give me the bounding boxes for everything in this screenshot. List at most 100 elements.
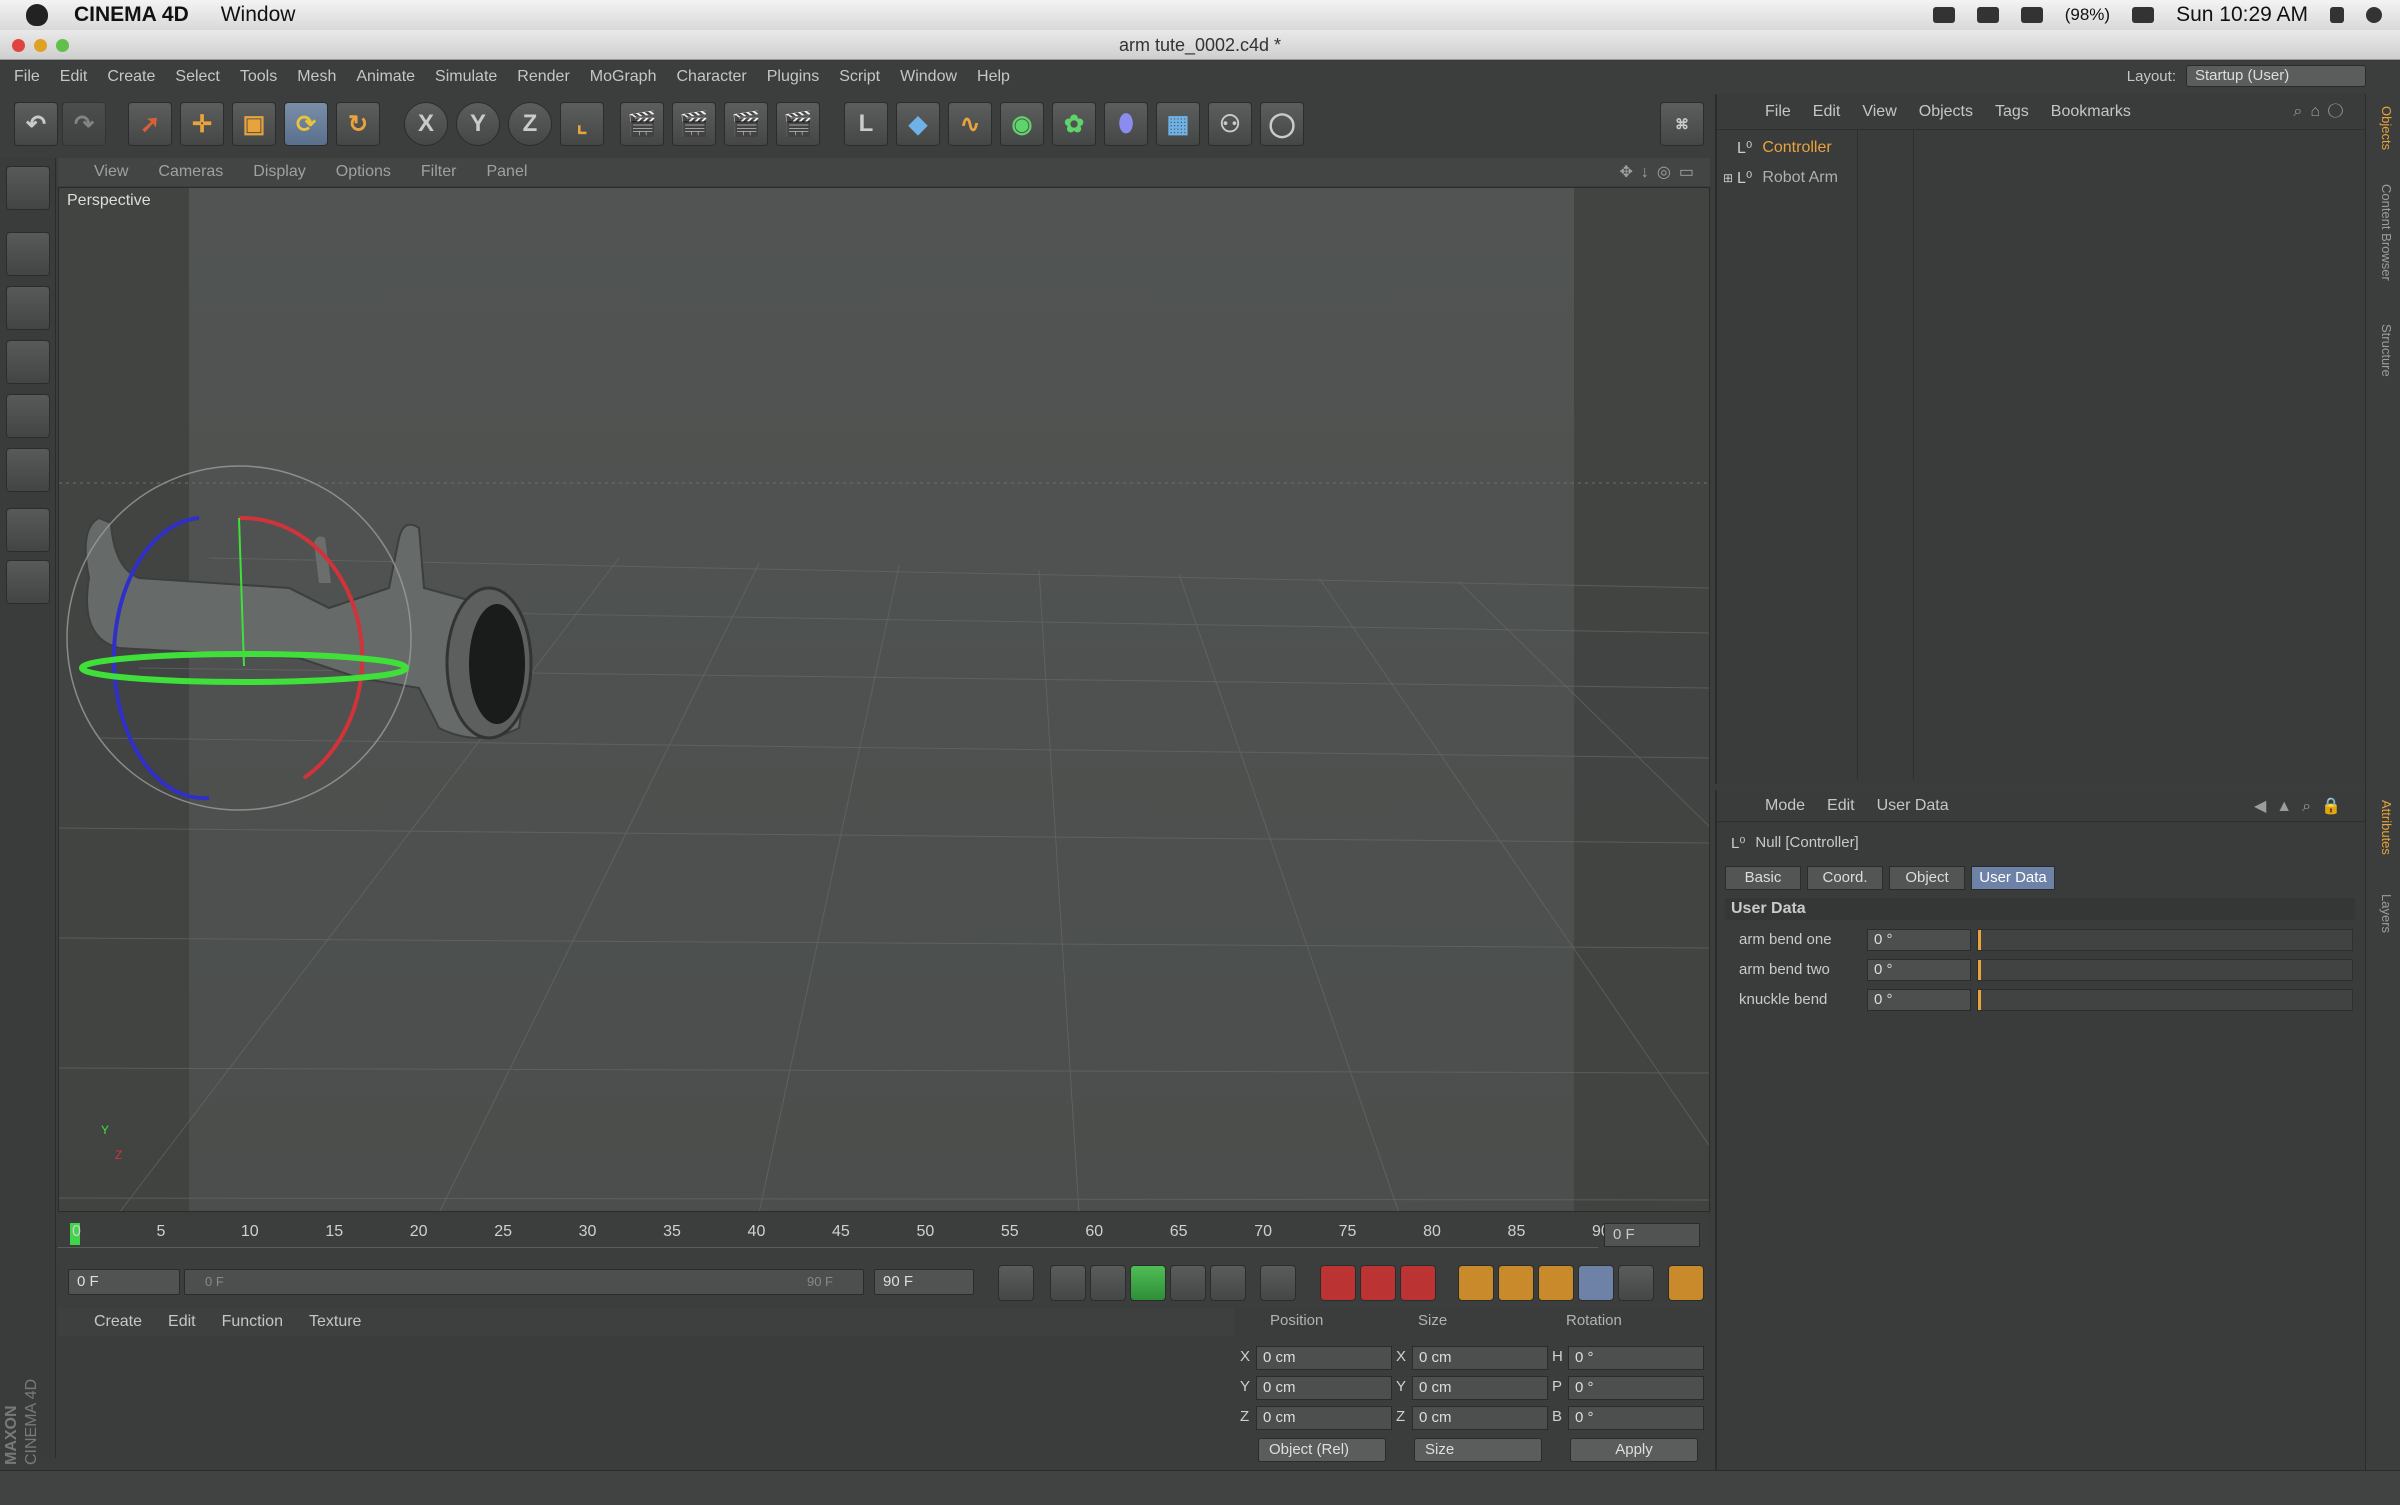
start-frame-field[interactable]: 0 F — [68, 1269, 180, 1295]
menu-simulate[interactable]: Simulate — [435, 68, 497, 86]
z-axis-lock-button[interactable]: Z — [508, 102, 552, 146]
undo-icon[interactable]: ↶ — [14, 102, 58, 146]
keyframe-selection-icon[interactable] — [1400, 1265, 1436, 1301]
previous-key-icon[interactable] — [1050, 1265, 1086, 1301]
range-slider[interactable]: 0 F 90 F — [184, 1269, 864, 1295]
render-picture-viewer-icon[interactable]: 🎬 — [672, 102, 716, 146]
tab-coord[interactable]: Coord. — [1807, 866, 1883, 890]
model-mode-icon[interactable] — [6, 232, 50, 276]
next-frame-icon[interactable] — [1170, 1265, 1206, 1301]
menu-file[interactable]: File — [14, 68, 40, 86]
current-frame-field[interactable]: 0 F — [1604, 1223, 1700, 1247]
param-value-field[interactable]: 0 ° — [1867, 929, 1971, 951]
points-mode-icon[interactable] — [6, 340, 50, 384]
record-scale-icon[interactable] — [1498, 1265, 1534, 1301]
timeline-ruler[interactable]: 0 5 10 15 20 25 30 35 40 45 50 55 60 65 70 75 80 85 90 0 F — [58, 1215, 1710, 1255]
light-icon[interactable]: ◯ — [1260, 102, 1304, 146]
edges-mode-icon[interactable] — [6, 394, 50, 438]
viewport-perspective[interactable]: Perspective Y Z — [58, 187, 1710, 1212]
end-frame-field[interactable]: 90 F — [874, 1269, 974, 1295]
subdivision-icon[interactable]: ◉ — [1000, 102, 1044, 146]
move-tool-icon[interactable]: ✛ — [180, 102, 224, 146]
deformer-icon[interactable]: ⬮ — [1104, 102, 1148, 146]
param-slider[interactable] — [1977, 929, 2353, 951]
material-area[interactable] — [58, 1336, 1234, 1466]
apple-icon[interactable] — [26, 4, 48, 26]
coordinate-mode-dropdown[interactable]: Object (Rel) — [1258, 1438, 1386, 1462]
side-tab-layers[interactable]: Layers — [2372, 894, 2394, 933]
recent-tool-icon[interactable]: ↻ — [336, 102, 380, 146]
polygons-mode-icon[interactable] — [6, 448, 50, 492]
screen-icon[interactable] — [1932, 7, 1955, 23]
size-mode-dropdown[interactable]: Size — [1414, 1438, 1542, 1462]
spline-icon[interactable]: ∿ — [948, 102, 992, 146]
object-search-icon[interactable]: ⌕⌂◯ — [2293, 103, 2351, 121]
mat-menu-function[interactable]: Function — [222, 1313, 283, 1331]
redo-icon[interactable]: ↷ — [62, 102, 106, 146]
obj-menu-edit[interactable]: Edit — [1813, 103, 1841, 121]
rotate-tool-icon[interactable]: ⟳ — [284, 102, 328, 146]
vp-menu-cameras[interactable]: Cameras — [158, 163, 223, 181]
param-slider[interactable] — [1977, 959, 2353, 981]
menu-tools[interactable]: Tools — [240, 68, 277, 86]
volume-icon[interactable] — [2020, 7, 2043, 23]
menu-plugins[interactable]: Plugins — [767, 68, 819, 86]
size-z-field[interactable]: 0 cm — [1412, 1406, 1548, 1430]
live-selection-icon[interactable]: ➚ — [128, 102, 172, 146]
apply-button[interactable]: Apply — [1570, 1438, 1698, 1462]
menu-script[interactable]: Script — [839, 68, 880, 86]
record-parameter-icon[interactable] — [1578, 1265, 1614, 1301]
attr-menu-edit[interactable]: Edit — [1827, 797, 1855, 815]
side-tab-attributes[interactable]: Attributes — [2372, 800, 2394, 855]
rotation-h-field[interactable]: 0 ° — [1568, 1346, 1704, 1370]
record-position-icon[interactable] — [1458, 1265, 1494, 1301]
vp-menu-options[interactable]: Options — [336, 163, 391, 181]
clock[interactable]: Sun 10:29 AM — [2176, 3, 2308, 27]
autokey-icon[interactable] — [1360, 1265, 1396, 1301]
side-tab-objects[interactable]: Objects — [2372, 106, 2394, 150]
minimize-window-button[interactable] — [34, 39, 47, 52]
obj-menu-file[interactable]: File — [1765, 103, 1791, 121]
camera-icon[interactable]: ⚇ — [1208, 102, 1252, 146]
mat-menu-texture[interactable]: Texture — [309, 1313, 361, 1331]
layout-toggle-icon[interactable]: ⌘ — [1660, 102, 1704, 146]
menu-render[interactable]: Render — [517, 68, 569, 86]
mat-menu-create[interactable]: Create — [94, 1313, 142, 1331]
side-tab-structure[interactable]: Structure — [2372, 324, 2394, 377]
coordinate-system-icon[interactable]: ⌞ — [560, 102, 604, 146]
next-key-icon[interactable] — [1210, 1265, 1246, 1301]
tab-object[interactable]: Object — [1889, 866, 1965, 890]
make-editable-icon[interactable] — [6, 166, 50, 210]
floor-icon[interactable]: ▦ — [1156, 102, 1200, 146]
timeline-icon[interactable] — [1668, 1265, 1704, 1301]
render-settings-icon[interactable]: 🎬 — [776, 102, 820, 146]
menu-character[interactable]: Character — [676, 68, 746, 86]
attr-menu-mode[interactable]: Mode — [1765, 797, 1805, 815]
go-to-start-icon[interactable] — [998, 1265, 1034, 1301]
menu-help[interactable]: Help — [977, 68, 1010, 86]
render-view-icon[interactable]: 🎬 — [620, 102, 664, 146]
menu-create[interactable]: Create — [107, 68, 155, 86]
object-name[interactable]: Robot Arm — [1762, 169, 1838, 187]
close-window-button[interactable] — [12, 39, 25, 52]
mac-window-menu[interactable]: Window — [221, 3, 296, 27]
object-name[interactable]: Controller — [1762, 139, 1831, 157]
side-tab-content-browser[interactable]: Content Browser — [2372, 184, 2394, 281]
vp-menu-filter[interactable]: Filter — [421, 163, 457, 181]
layout-dropdown[interactable]: Startup (User) — [2186, 65, 2366, 87]
user-icon[interactable] — [2330, 7, 2344, 23]
go-to-end-icon[interactable] — [1260, 1265, 1296, 1301]
param-value-field[interactable]: 0 ° — [1867, 959, 1971, 981]
axis-mode-icon[interactable] — [6, 508, 50, 552]
edit-render-settings-icon[interactable]: 🎬 — [724, 102, 768, 146]
texture-mode-icon[interactable] — [6, 286, 50, 330]
object-row-robot-arm[interactable]: ⊞ L⁰ Robot Arm — [1723, 168, 1838, 188]
obj-menu-tags[interactable]: Tags — [1995, 103, 2029, 121]
previous-frame-icon[interactable] — [1090, 1265, 1126, 1301]
expand-icon[interactable]: ⊞ — [1723, 171, 1733, 185]
attr-menu-user-data[interactable]: User Data — [1877, 797, 1949, 815]
position-z-field[interactable]: 0 cm — [1256, 1406, 1392, 1430]
battery-status[interactable]: (98%) — [2065, 5, 2110, 25]
rotation-b-field[interactable]: 0 ° — [1568, 1406, 1704, 1430]
play-icon[interactable] — [1130, 1265, 1166, 1301]
